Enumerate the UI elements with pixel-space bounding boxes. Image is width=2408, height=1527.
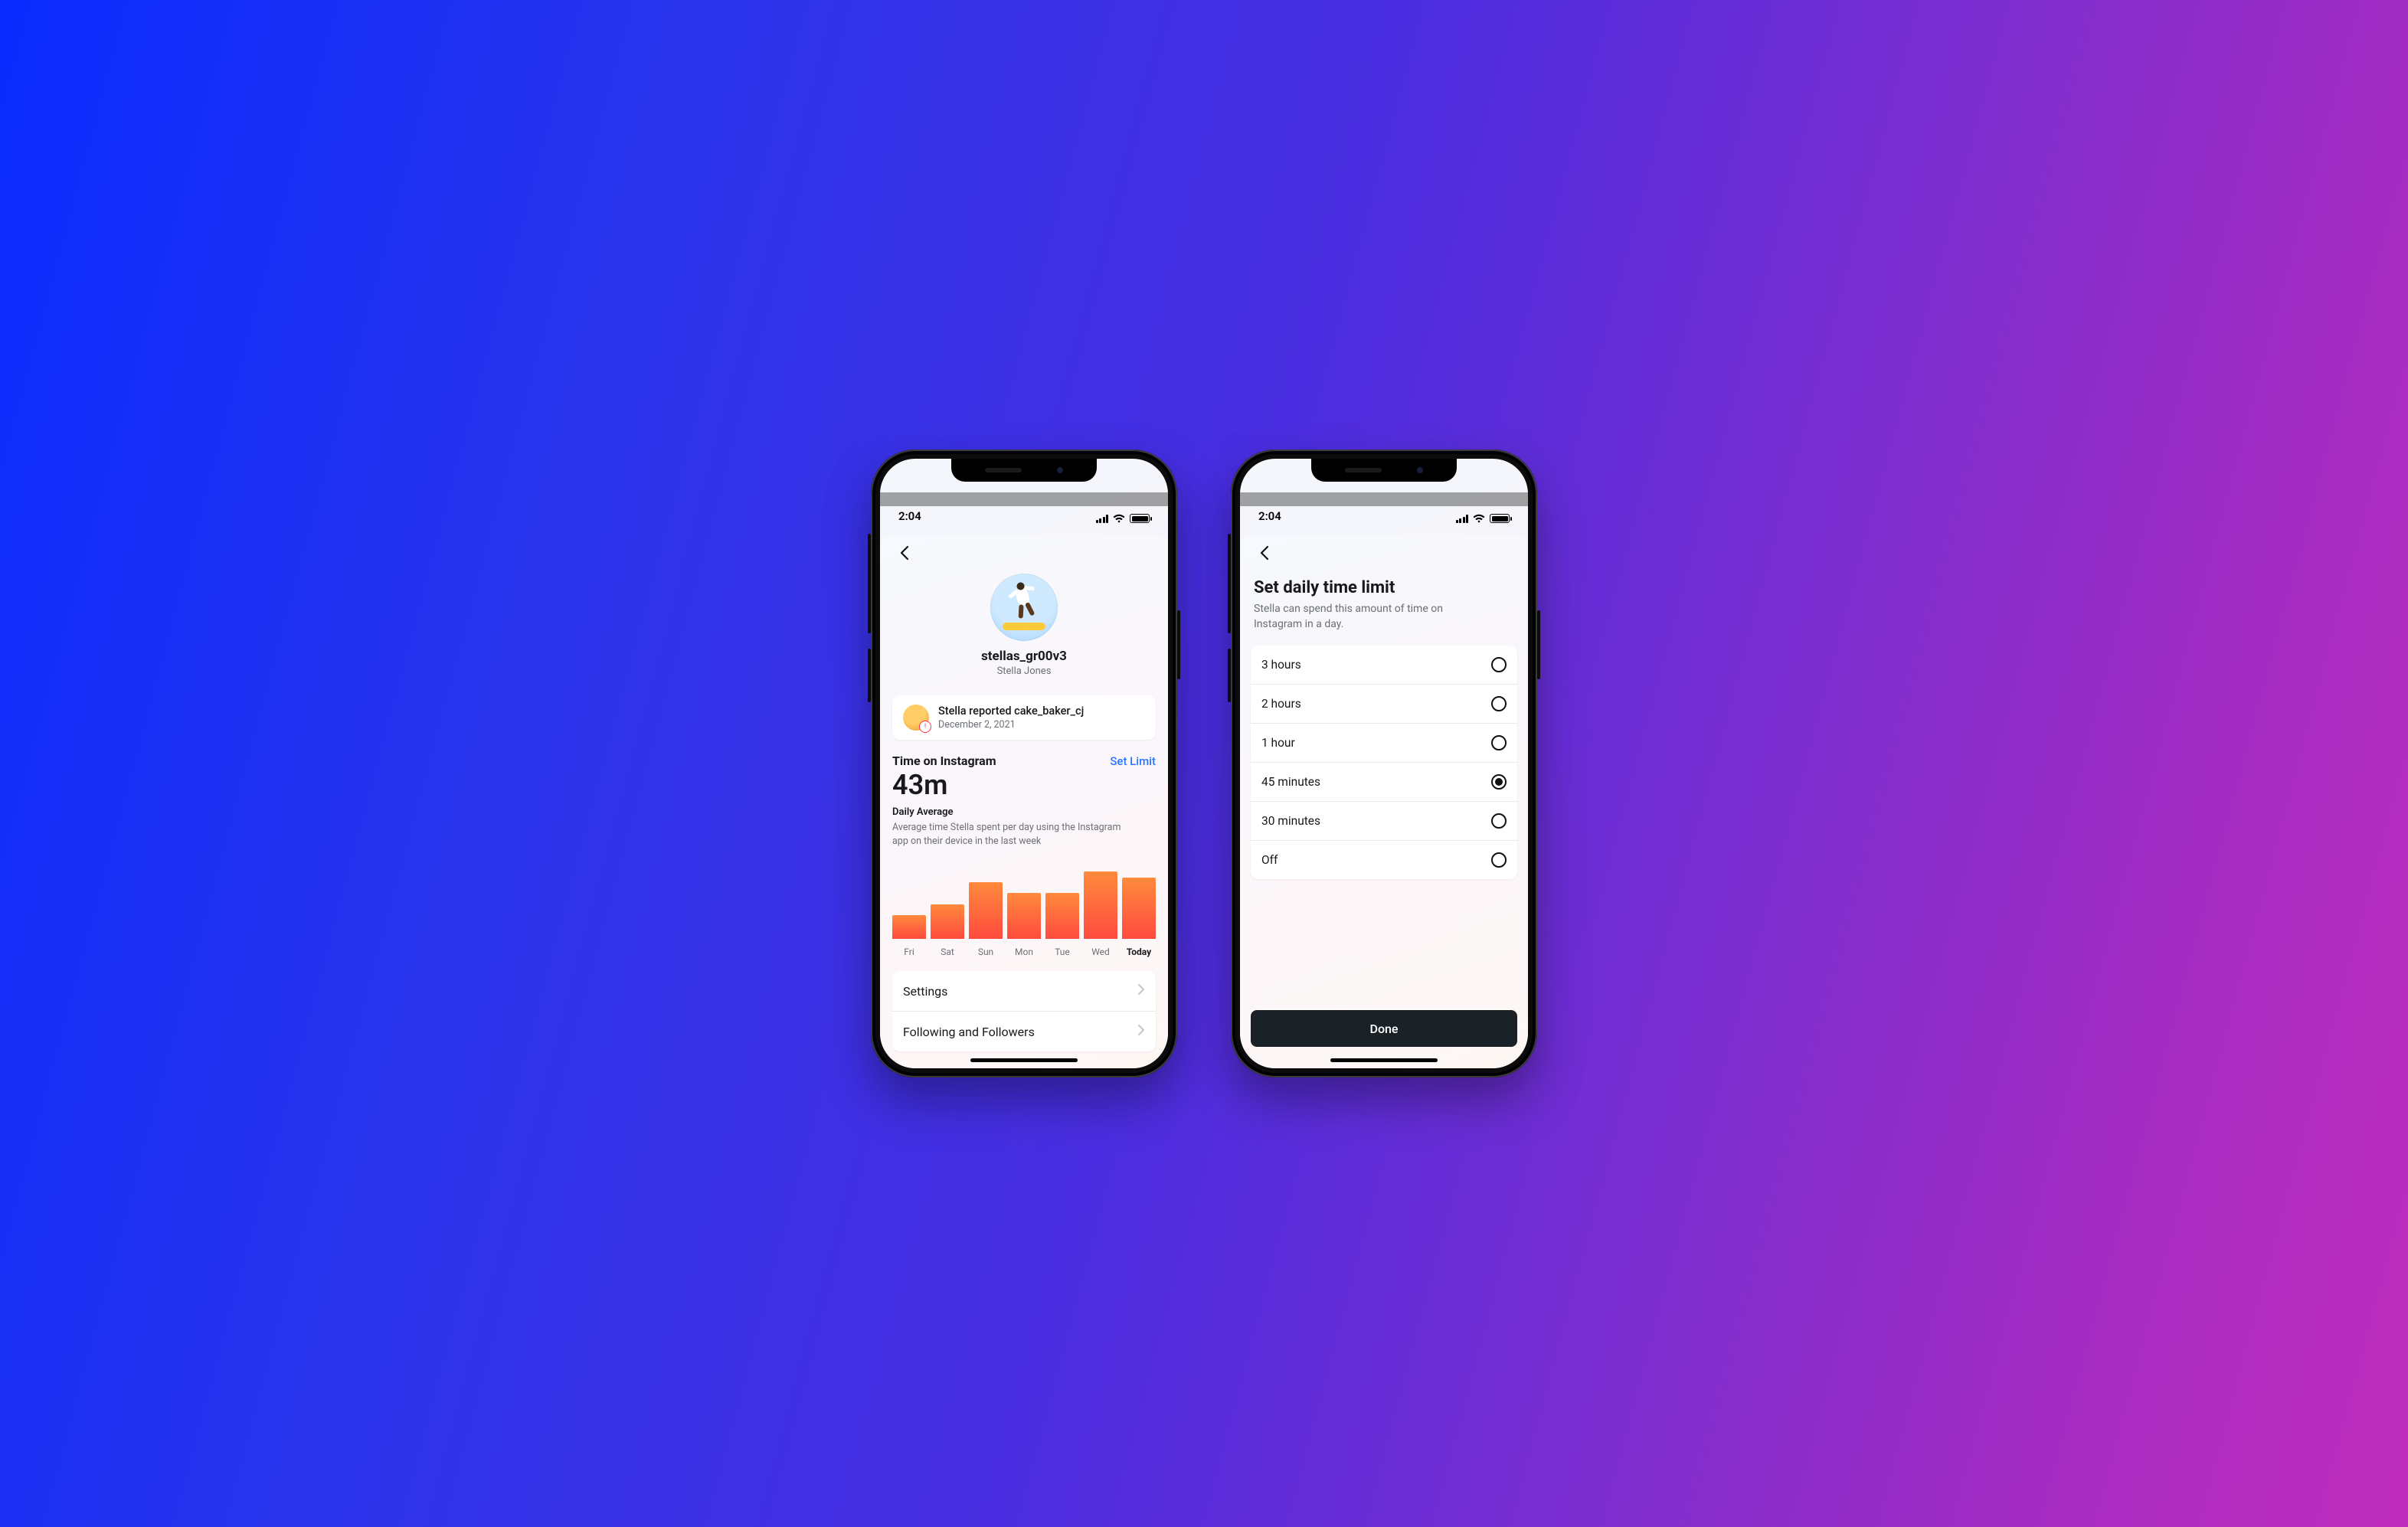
phone-left: 2:04 bbox=[871, 450, 1177, 1077]
status-icons bbox=[1456, 514, 1510, 523]
list-item-following[interactable]: Following and Followers bbox=[892, 1012, 1156, 1051]
time-section: Time on Instagram Set Limit 43m Daily Av… bbox=[880, 740, 1168, 849]
time-value: 43m bbox=[892, 771, 1156, 799]
usage-bar-chart bbox=[892, 862, 1156, 939]
wifi-icon bbox=[1473, 514, 1485, 523]
set-limit-link[interactable]: Set Limit bbox=[1110, 754, 1156, 768]
notification-avatar: ! bbox=[903, 705, 929, 731]
chart-x-label: Sat bbox=[931, 947, 964, 957]
stage: 2:04 bbox=[600, 387, 1808, 1140]
chart-x-label: Fri bbox=[892, 947, 926, 957]
chart-bar bbox=[1084, 871, 1117, 940]
page-title: Set daily time limit bbox=[1240, 571, 1528, 597]
list-item-settings[interactable]: Settings bbox=[892, 971, 1156, 1012]
screen-right: 2:04 Set bbox=[1240, 459, 1528, 1068]
status-time: 2:04 bbox=[898, 509, 921, 523]
time-limit-option[interactable]: Off bbox=[1251, 841, 1517, 879]
time-limit-option[interactable]: 30 minutes bbox=[1251, 802, 1517, 841]
radio-icon bbox=[1491, 774, 1507, 790]
chart-x-label: Today bbox=[1122, 947, 1156, 957]
chart-bar bbox=[892, 915, 926, 939]
option-label: 30 minutes bbox=[1261, 814, 1320, 828]
settings-list: Settings Following and Followers bbox=[892, 971, 1156, 1051]
option-label: 2 hours bbox=[1261, 697, 1301, 711]
list-label: Following and Followers bbox=[903, 1025, 1035, 1039]
time-limit-option[interactable]: 1 hour bbox=[1251, 724, 1517, 763]
option-label: 1 hour bbox=[1261, 736, 1295, 750]
chart-bar bbox=[969, 882, 1003, 939]
chart-bar bbox=[1045, 893, 1079, 939]
time-description: Average time Stella spent per day using … bbox=[892, 821, 1137, 849]
option-label: 45 minutes bbox=[1261, 775, 1320, 789]
content-left: 2:04 bbox=[880, 459, 1168, 1068]
chart-x-labels: Fri Sat Sun Mon Tue Wed Today bbox=[892, 947, 1156, 957]
list-label: Settings bbox=[903, 984, 947, 999]
option-label: Off bbox=[1261, 853, 1278, 867]
cellular-icon bbox=[1456, 515, 1469, 523]
wifi-icon bbox=[1113, 514, 1125, 523]
status-bar: 2:04 bbox=[880, 492, 1168, 526]
back-button[interactable] bbox=[891, 539, 918, 567]
content-right: 2:04 Set bbox=[1240, 459, 1528, 1068]
home-indicator bbox=[970, 1058, 1078, 1062]
topbar bbox=[880, 535, 1168, 571]
back-button[interactable] bbox=[1251, 539, 1278, 567]
chart-x-label: Wed bbox=[1084, 947, 1117, 957]
time-limit-options: 3 hours 2 hours 1 hour 45 minutes 30 minutes… bbox=[1251, 646, 1517, 879]
chart-bar bbox=[931, 904, 964, 940]
topbar bbox=[1240, 535, 1528, 571]
radio-icon bbox=[1491, 852, 1507, 868]
chart-x-label: Mon bbox=[1007, 947, 1041, 957]
radio-icon bbox=[1491, 657, 1507, 672]
username: stellas_gr00v3 bbox=[981, 649, 1067, 664]
notch bbox=[951, 459, 1097, 482]
status-bar: 2:04 bbox=[1240, 492, 1528, 526]
screen-left: 2:04 bbox=[880, 459, 1168, 1068]
chevron-right-icon bbox=[1137, 1024, 1145, 1039]
notification-date: December 2, 2021 bbox=[938, 719, 1084, 731]
chevron-right-icon bbox=[1137, 983, 1145, 999]
page-description: Stella can spend this amount of time on … bbox=[1240, 597, 1470, 632]
chart-x-label: Tue bbox=[1045, 947, 1079, 957]
sheet-right: Set daily time limit Stella can spend th… bbox=[1240, 535, 1528, 1068]
alert-badge-icon: ! bbox=[921, 723, 929, 731]
done-button[interactable]: Done bbox=[1251, 1010, 1517, 1047]
notch bbox=[1311, 459, 1457, 482]
battery-icon bbox=[1130, 514, 1150, 523]
cellular-icon bbox=[1096, 515, 1109, 523]
status-icons bbox=[1096, 514, 1150, 523]
chevron-left-icon bbox=[1259, 545, 1270, 561]
sheet-left: stellas_gr00v3 Stella Jones ! Stella rep… bbox=[880, 535, 1168, 1068]
avatar[interactable] bbox=[990, 574, 1058, 641]
chevron-left-icon bbox=[899, 545, 910, 561]
time-limit-option[interactable]: 45 minutes bbox=[1251, 763, 1517, 802]
radio-icon bbox=[1491, 696, 1507, 711]
radio-icon bbox=[1491, 813, 1507, 829]
time-limit-option[interactable]: 2 hours bbox=[1251, 685, 1517, 724]
time-subheading: Daily Average bbox=[892, 806, 1156, 818]
chart-x-label: Sun bbox=[969, 947, 1003, 957]
phone-right: 2:04 Set bbox=[1231, 450, 1537, 1077]
chart-bar bbox=[1007, 893, 1041, 939]
battery-icon bbox=[1490, 514, 1510, 523]
profile-header: stellas_gr00v3 Stella Jones bbox=[880, 571, 1168, 685]
notification-card[interactable]: ! Stella reported cake_baker_cj December… bbox=[892, 695, 1156, 740]
radio-icon bbox=[1491, 735, 1507, 750]
time-heading: Time on Instagram bbox=[892, 754, 996, 768]
status-time: 2:04 bbox=[1258, 509, 1281, 523]
notification-title: Stella reported cake_baker_cj bbox=[938, 705, 1084, 718]
option-label: 3 hours bbox=[1261, 658, 1301, 672]
time-limit-option[interactable]: 3 hours bbox=[1251, 646, 1517, 685]
chart-bar bbox=[1122, 878, 1156, 939]
home-indicator bbox=[1330, 1058, 1438, 1062]
full-name: Stella Jones bbox=[997, 665, 1052, 677]
